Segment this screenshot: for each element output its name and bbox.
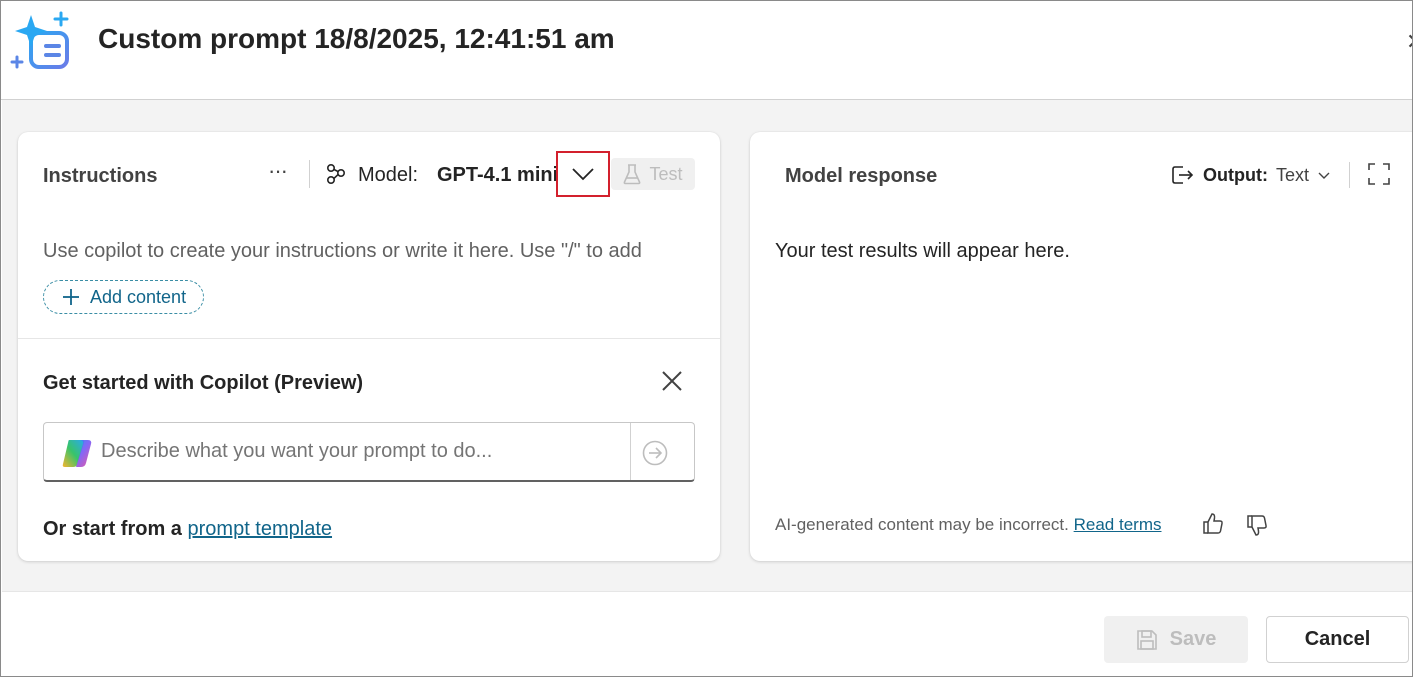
divider (630, 423, 631, 480)
model-icon (326, 163, 346, 185)
page-title: Custom prompt 18/8/2025, 12:41:51 am (98, 23, 615, 54)
copilot-prompt-box (43, 422, 695, 482)
instructions-title: Instructions (43, 165, 158, 187)
close-icon[interactable]: ✕ (1406, 29, 1412, 55)
instructions-card: Instructions ··· Model: GPT-4.1 mini Tes… (18, 132, 720, 561)
prompt-template-link[interactable]: prompt template (188, 518, 333, 540)
copilot-section-title: Get started with Copilot (Preview) (43, 372, 364, 394)
output-label: Output: (1203, 165, 1268, 185)
ai-disclaimer: AI-generated content may be incorrect. R… (775, 515, 1162, 535)
dialog-header: Custom prompt 18/8/2025, 12:41:51 am ✕ (1, 1, 1412, 100)
model-value[interactable]: GPT-4.1 mini (437, 164, 557, 187)
read-terms-link[interactable]: Read terms (1074, 515, 1162, 534)
more-options-button[interactable]: ··· (268, 160, 292, 188)
output-arrow-icon (1172, 166, 1194, 184)
chevron-down-icon[interactable] (1317, 169, 1331, 183)
instructions-editor[interactable]: Use copilot to create your instructions … (43, 240, 713, 263)
section-divider (18, 338, 720, 339)
close-icon[interactable] (658, 367, 686, 395)
disclaimer-text: AI-generated content may be incorrect. (775, 515, 1069, 534)
thumbs-up-icon[interactable] (1201, 512, 1225, 536)
dialog-frame: Custom prompt 18/8/2025, 12:41:51 am ✕ I… (0, 0, 1413, 677)
add-content-button[interactable]: Add content (43, 280, 204, 314)
save-label: Save (1169, 628, 1217, 650)
model-response-card: Model response Output: Text Your test re… (750, 132, 1412, 561)
sparkle-document-icon (10, 11, 69, 69)
send-arrow-icon[interactable] (642, 440, 668, 466)
beaker-icon (624, 164, 641, 185)
expand-icon[interactable] (1367, 162, 1391, 186)
save-button[interactable]: Save (1104, 616, 1248, 663)
chevron-down-icon (572, 168, 594, 181)
save-icon (1136, 629, 1157, 650)
model-dropdown-button[interactable] (556, 151, 610, 197)
start-from-template: Or start from a prompt template (43, 518, 332, 541)
plus-icon (63, 289, 79, 305)
cancel-button[interactable]: Cancel (1266, 616, 1409, 663)
response-placeholder: Your test results will appear here. (775, 240, 1070, 262)
add-content-label: Add content (90, 286, 187, 307)
divider (1349, 162, 1350, 188)
test-label: Test (649, 163, 683, 184)
thumbs-down-icon[interactable] (1245, 513, 1269, 537)
divider (309, 160, 310, 188)
start-from-label: Or start from a (43, 518, 182, 540)
model-label: Model: (358, 164, 419, 186)
test-button[interactable]: Test (611, 158, 695, 190)
copilot-logo-icon (62, 440, 92, 467)
model-response-title: Model response (785, 165, 938, 187)
copilot-prompt-input[interactable] (101, 440, 621, 463)
output-format-dropdown[interactable]: Text (1276, 165, 1309, 186)
